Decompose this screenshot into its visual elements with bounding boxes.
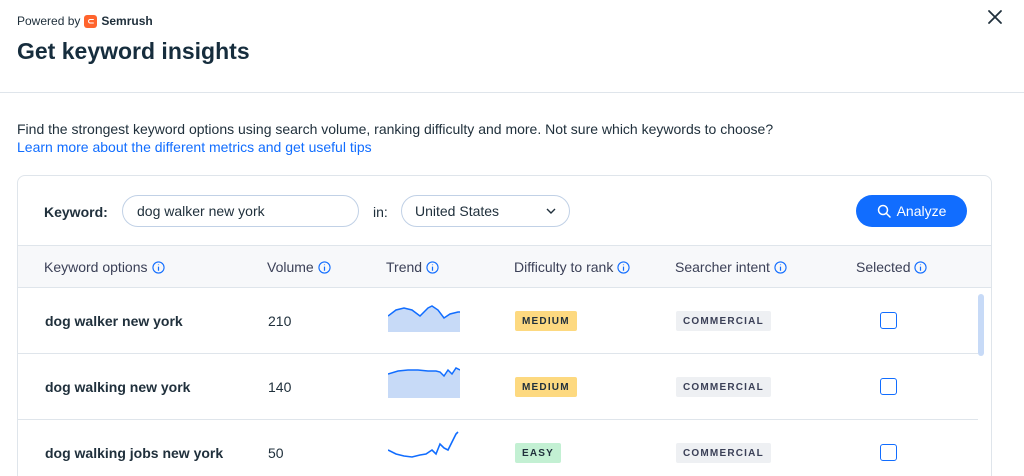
- column-difficulty: Difficulty to rank: [514, 259, 630, 275]
- column-label: Difficulty to rank: [514, 259, 614, 275]
- powered-by: Powered by ⊂ Semrush: [17, 14, 153, 28]
- info-icon[interactable]: [151, 260, 165, 274]
- intent-badge: COMMERCIAL: [676, 443, 771, 463]
- difficulty-badge: MEDIUM: [515, 311, 577, 331]
- column-label: Searcher intent: [675, 259, 770, 275]
- column-selected: Selected: [856, 259, 928, 275]
- info-icon[interactable]: [426, 260, 439, 274]
- select-checkbox[interactable]: [880, 378, 897, 395]
- brand-name: Semrush: [101, 14, 153, 28]
- column-label: Selected: [856, 259, 911, 275]
- column-volume: Volume: [267, 259, 331, 275]
- trend-sparkline: [388, 367, 460, 398]
- table-scrollbar[interactable]: [978, 294, 984, 356]
- in-label: in:: [373, 204, 388, 220]
- keyword-cell: dog walker new york: [45, 313, 183, 329]
- description: Find the strongest keyword options using…: [17, 121, 774, 137]
- close-icon[interactable]: [986, 8, 1004, 26]
- column-label: Trend: [386, 259, 423, 275]
- powered-by-label: Powered by: [17, 14, 81, 28]
- table-header: Keyword options Volume Trend Difficulty …: [18, 245, 991, 288]
- trend-sparkline: [388, 431, 459, 458]
- keyword-panel: Keyword: dog walker new york in: United …: [17, 175, 992, 476]
- volume-cell: 210: [268, 313, 292, 329]
- country-dropdown[interactable]: United States: [401, 195, 570, 227]
- difficulty-badge: EASY: [515, 443, 562, 463]
- select-checkbox[interactable]: [880, 444, 897, 461]
- keyword-cell: dog walking jobs new york: [45, 445, 224, 461]
- page-title: Get keyword insights: [17, 38, 250, 64]
- table-row: dog walking jobs new york 50 EASY COMMER…: [18, 420, 978, 476]
- header-divider: [0, 92, 1024, 93]
- column-label: Keyword options: [44, 259, 148, 275]
- difficulty-badge: MEDIUM: [515, 377, 577, 397]
- table-row: dog walking new york 140 MEDIUM COMMERCI…: [18, 354, 978, 420]
- keyword-cell: dog walking new york: [45, 379, 191, 395]
- info-icon[interactable]: [318, 260, 331, 274]
- info-icon[interactable]: [617, 260, 630, 274]
- analyze-label: Analyze: [896, 203, 947, 219]
- learn-more-link[interactable]: Learn more about the different metrics a…: [17, 139, 372, 155]
- analyze-button[interactable]: Analyze: [856, 195, 967, 227]
- select-checkbox[interactable]: [880, 312, 897, 329]
- intent-badge: COMMERCIAL: [676, 377, 771, 397]
- keyword-input[interactable]: dog walker new york: [122, 195, 359, 227]
- chevron-down-icon: [546, 208, 556, 214]
- search-icon: [877, 204, 891, 218]
- trend-sparkline: [388, 305, 460, 332]
- info-icon[interactable]: [914, 260, 928, 274]
- info-icon[interactable]: [774, 260, 787, 274]
- column-keyword-options: Keyword options: [44, 259, 165, 275]
- intent-badge: COMMERCIAL: [676, 311, 771, 331]
- volume-cell: 140: [268, 379, 292, 395]
- semrush-logo-icon: ⊂: [84, 14, 98, 28]
- country-value: United States: [415, 203, 500, 219]
- column-searcher-intent: Searcher intent: [675, 259, 787, 275]
- volume-cell: 50: [268, 445, 284, 461]
- column-trend: Trend: [386, 259, 439, 275]
- table-row: dog walker new york 210 MEDIUM COMMERCIA…: [18, 288, 978, 354]
- column-label: Volume: [267, 259, 314, 275]
- keyword-label: Keyword:: [44, 204, 108, 220]
